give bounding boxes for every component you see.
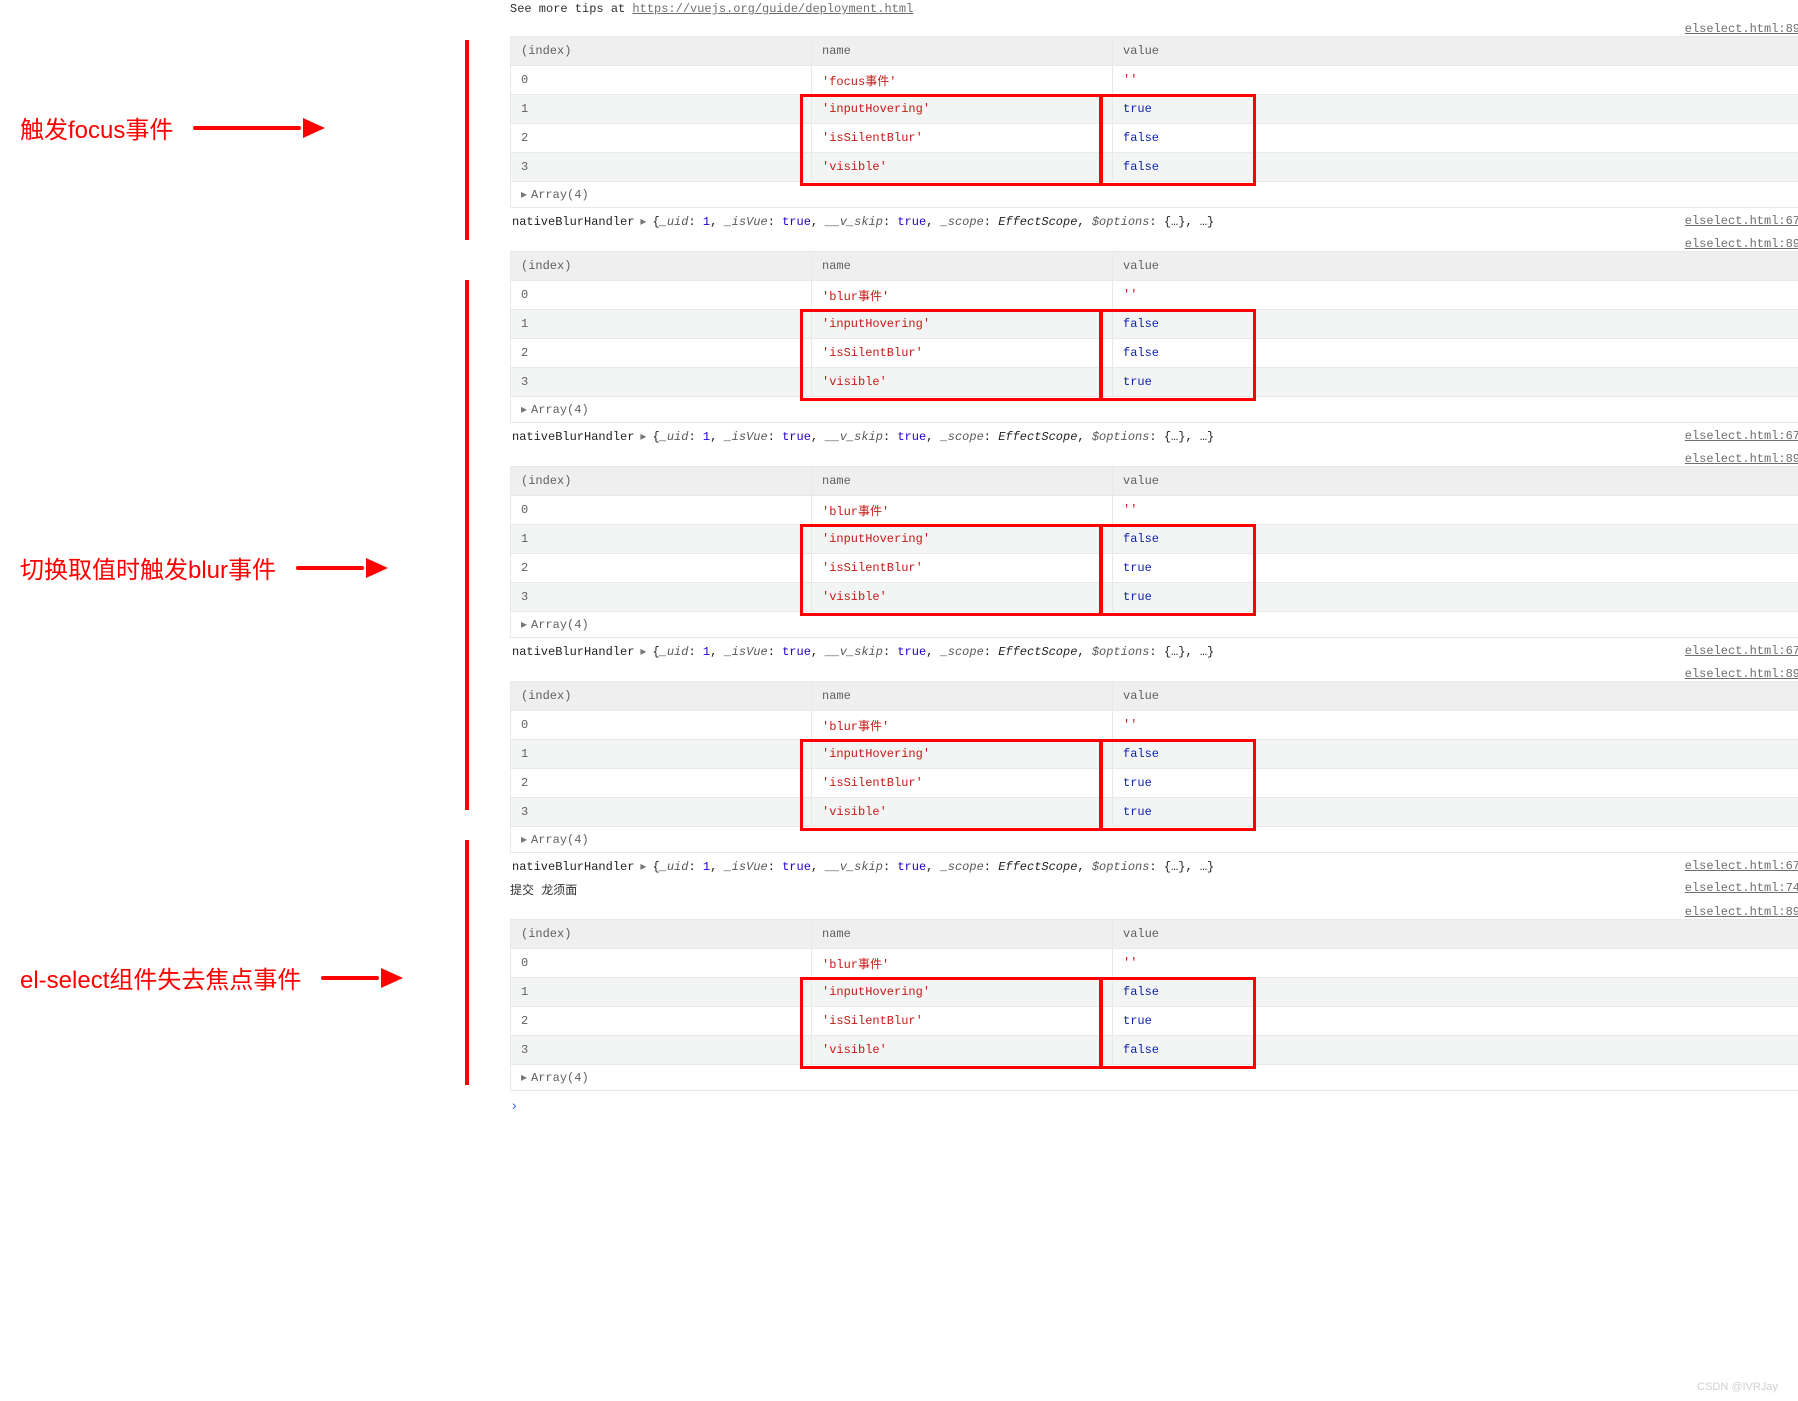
annot-lose-focus-label: el-select组件失去焦点事件 [20,960,301,995]
table-row: 0'focus事件''' [511,66,1798,95]
watermark: CSDN @IVRJay [1697,1381,1778,1393]
th-index: (index) [511,37,812,66]
th-value: value [1113,920,1798,949]
console-table: (index)namevalue0'focus事件'''1'inputHover… [510,36,1798,182]
source-link[interactable]: elselect.html:67 [1685,429,1798,443]
source-link[interactable]: elselect.html:89 [1685,22,1798,36]
bracket-line [465,40,469,240]
tip-text: See more tips at https://vuejs.org/guide… [510,0,1798,18]
table-row: 3'visible'true [511,798,1798,827]
source-link[interactable]: elselect.html:89 [1685,452,1798,466]
source-link[interactable]: elselect.html:67 [1685,214,1798,228]
table-row: 0'blur事件''' [511,281,1798,310]
table-row: 3'visible'false [511,153,1798,182]
array-summary[interactable]: ▸Array(4) [510,182,1798,208]
table-row: 1'inputHovering'false [511,310,1798,339]
th-name: name [812,252,1113,281]
console-table: (index)namevalue0'blur事件'''1'inputHoveri… [510,251,1798,397]
bracket-line [465,840,469,1085]
devtools-console: See more tips at https://vuejs.org/guide… [510,0,1798,1115]
tip-link[interactable]: https://vuejs.org/guide/deployment.html [632,2,913,16]
source-link[interactable]: elselect.html:67 [1685,644,1798,658]
table-row: 1'inputHovering'false [511,978,1798,1007]
table-row: 2'isSilentBlur'true [511,554,1798,583]
th-value: value [1113,252,1798,281]
table-row: 2'isSilentBlur'true [511,769,1798,798]
source-link[interactable]: elselect.html:89 [1685,237,1798,251]
table-row: 1'inputHovering'false [511,525,1798,554]
console-object-line[interactable]: nativeBlurHandler▸{_uid: 1, _isVue: true… [510,853,1798,878]
annotation-column: 触发focus事件 切换取值时触发blur事件 el-select组件失去焦点事… [20,0,465,1115]
console-object-line[interactable]: nativeBlurHandler▸{_uid: 1, _isVue: true… [510,423,1798,448]
console-text-line: 提交 龙须面elselect.html:74 [510,878,1798,901]
array-summary[interactable]: ▸Array(4) [510,1065,1798,1091]
table-row: 3'visible'true [511,583,1798,612]
table-row: 0'blur事件''' [511,496,1798,525]
source-link[interactable]: elselect.html:67 [1685,859,1798,873]
table-row: 2'isSilentBlur'true [511,1007,1798,1036]
source-link[interactable]: elselect.html:74 [1685,881,1798,895]
th-value: value [1113,682,1798,711]
th-index: (index) [511,920,812,949]
th-index: (index) [511,682,812,711]
table-row: 1'inputHovering'false [511,740,1798,769]
th-name: name [812,682,1113,711]
console-object-line[interactable]: nativeBlurHandler▸{_uid: 1, _isVue: true… [510,208,1798,233]
source-link[interactable]: elselect.html:89 [1685,905,1798,919]
annot-blur-switch-label: 切换取值时触发blur事件 [20,550,276,585]
table-row: 0'blur事件''' [511,949,1798,978]
table-row: 2'isSilentBlur'false [511,339,1798,368]
console-prompt[interactable]: › [510,1099,1798,1115]
table-row: 3'visible'false [511,1036,1798,1065]
source-link[interactable]: elselect.html:89 [1685,667,1798,681]
table-row: 1'inputHovering'true [511,95,1798,124]
table-row: 3'visible'true [511,368,1798,397]
array-summary[interactable]: ▸Array(4) [510,612,1798,638]
console-table: (index)namevalue0'blur事件'''1'inputHoveri… [510,681,1798,827]
array-summary[interactable]: ▸Array(4) [510,827,1798,853]
th-index: (index) [511,467,812,496]
th-value: value [1113,467,1798,496]
console-table: (index)namevalue0'blur事件'''1'inputHoveri… [510,919,1798,1065]
array-summary[interactable]: ▸Array(4) [510,397,1798,423]
th-name: name [812,467,1113,496]
table-row: 2'isSilentBlur'false [511,124,1798,153]
th-name: name [812,920,1113,949]
th-index: (index) [511,252,812,281]
annot-focus-label: 触发focus事件 [20,110,173,145]
th-name: name [812,37,1113,66]
th-value: value [1113,37,1798,66]
console-object-line[interactable]: nativeBlurHandler▸{_uid: 1, _isVue: true… [510,638,1798,663]
table-row: 0'blur事件''' [511,711,1798,740]
bracket-line [465,280,469,810]
console-table: (index)namevalue0'blur事件'''1'inputHoveri… [510,466,1798,612]
